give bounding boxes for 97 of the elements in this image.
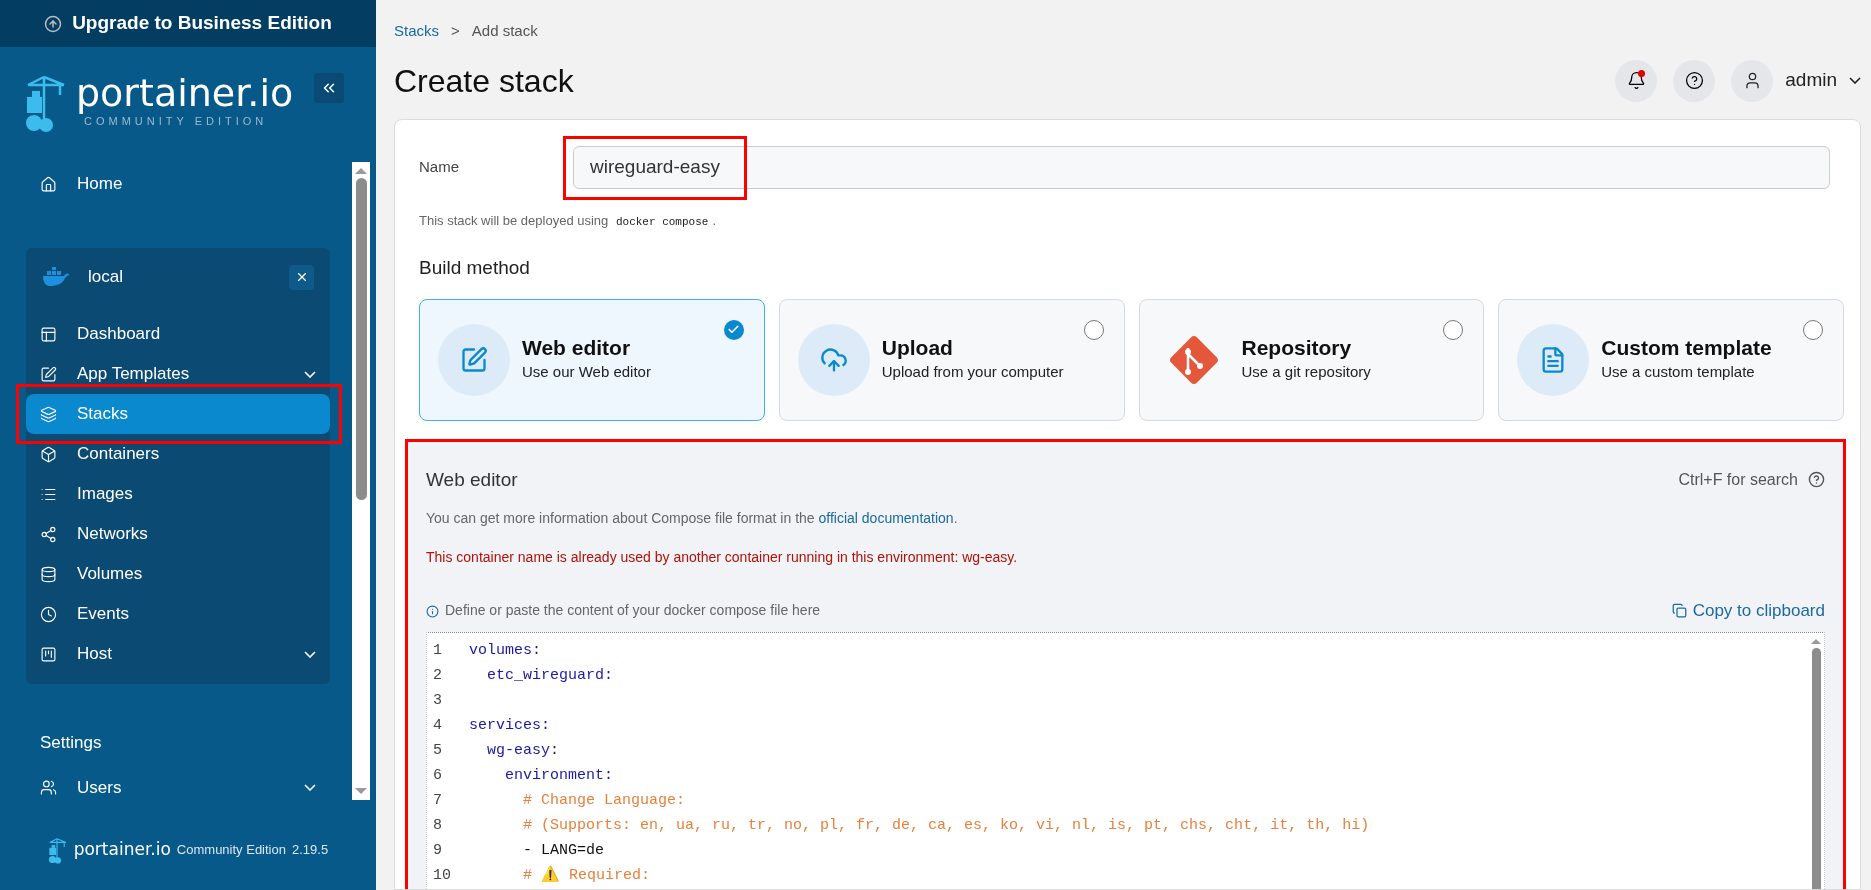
line-number: 1 [432,640,443,661]
code-line: - LANG=de [522,840,605,861]
sidebar-item[interactable]: Host [26,634,330,674]
bell-icon [1626,71,1646,90]
breadcrumb-current: Add stack [471,21,538,41]
radio-button[interactable] [1083,319,1104,340]
line-number: 7 [432,790,443,811]
method-title: Web editor [522,335,632,362]
code-line: etc_wireguard: [486,665,614,686]
page-title: Create stack [394,61,575,101]
user-menu-button[interactable]: admin [1731,59,1861,102]
pencil-square-icon [40,365,57,383]
error-message: This container name is already used by another container running in this environment: wg-easy. [426,548,1019,567]
footer-edition: Community Edition [176,841,286,860]
database-icon [40,565,57,583]
users-icon [40,779,57,796]
chevron-down-icon [1849,77,1861,84]
name-input-field[interactable]: wireguard-easy [573,145,1830,189]
code-line: volumes: [469,640,541,661]
line-number: 3 [432,690,443,711]
upgrade-banner[interactable]: Upgrade to Business Edition [0,0,376,47]
method-title: Custom template [1601,335,1772,362]
chevron-down-icon [304,370,316,378]
info-icon [426,604,439,618]
sidebar-item[interactable]: Home [26,164,330,204]
whale-icon [42,267,70,287]
breadcrumb-separator: > [451,21,460,41]
copy-to-clipboard-button[interactable]: Copy to clipboard [1671,598,1825,624]
sidebar-item[interactable]: Stacks [26,394,330,434]
sidebar-item[interactable]: Events [26,594,330,634]
cube-icon [40,445,57,463]
sidebar-item[interactable]: Dashboard [26,314,330,354]
layers-icon [40,405,57,423]
code-line: # Change Language: [522,790,686,811]
help-icon [1808,471,1825,489]
search-hint: Ctrl+F for search [1678,469,1798,490]
method-subtitle: Use a custom template [1601,362,1756,383]
grid-icon [40,645,57,663]
sidebar-item[interactable]: Networks [26,514,330,554]
info-text: You can get more information about Compose file format in the official documentation. [426,509,959,528]
build-method-card[interactable]: Repository Use a git repository [1138,298,1485,421]
code-line: # (Supports: en, ua, ru, tr, no, pl, fr, de, ca, es, ko, vi, nl, is, pt, chs, cht, it, th, hi) [522,815,1370,836]
radio-checked-icon [723,319,744,340]
footer-version: 2.19.5 [291,841,329,860]
method-subtitle: Use our Web editor [522,362,651,383]
line-number: 8 [432,815,443,836]
settings-heading: Settings [39,732,103,754]
close-environment-button[interactable] [289,264,314,290]
breadcrumb-link[interactable]: Stacks [394,20,439,43]
code-line: services: [469,715,550,736]
cloud-upload-icon [819,345,848,374]
home-icon [40,175,57,193]
method-subtitle: Upload from your computer [881,362,1064,383]
code-line: environment: [504,765,614,786]
sidebar-item[interactable]: Users [26,767,330,808]
build-method-card[interactable]: Custom template Use a custom template [1498,298,1844,421]
arrow-up-circle-icon [44,14,63,33]
method-title: Repository [1241,335,1353,362]
chevron-down-icon [304,784,316,791]
sidebar-item[interactable]: Volumes [26,554,330,594]
build-method-heading: Build method [419,256,531,280]
clock-icon [40,605,57,623]
code-line: # ⚠ Required: [522,865,651,886]
chevron-down-icon [304,650,316,658]
collapse-sidebar-button[interactable] [314,73,344,103]
sidebar-item[interactable]: Containers [26,434,330,474]
method-title: Upload [881,335,954,362]
copy-icon [1671,603,1687,619]
line-number: 5 [432,740,443,761]
code-line: wg-easy: [486,740,559,761]
line-number: 4 [432,715,443,736]
sidebar-item[interactable]: App Templates [26,354,330,394]
deploy-hint: This stack will be deployed using docker compose . [419,211,717,230]
environment-name: local [88,266,124,289]
pencil-square-icon [460,345,488,374]
logo-wordmark: portainer.io [76,73,294,113]
build-method-card[interactable]: Web editor Use our Web editor [419,298,765,421]
radio-button[interactable] [1443,319,1464,340]
logo-subtitle: COMMUNITY EDITION [84,114,269,129]
line-number: 10 [432,865,452,886]
method-subtitle: Use a git repository [1241,362,1371,383]
define-hint: Define or paste the content of your docker compose file here [445,600,822,620]
portainer-logo-icon [47,836,68,864]
line-number: 6 [432,765,443,786]
radio-button[interactable] [1803,319,1823,340]
share-icon [40,525,57,543]
line-number: 9 [432,840,443,861]
editor-heading: Web editor [426,467,519,492]
line-number: 2 [432,665,443,686]
footer-brand: portainer.io [73,838,171,862]
sidebar-item[interactable]: Images [26,474,330,514]
documentation-link[interactable]: official documentation [818,510,954,526]
dashboard-icon [40,325,57,343]
help-icon [1684,71,1704,90]
scrollbar[interactable] [352,162,370,800]
build-method-card[interactable]: Upload Upload from your computer [778,298,1125,421]
name-label: Name [419,156,460,177]
